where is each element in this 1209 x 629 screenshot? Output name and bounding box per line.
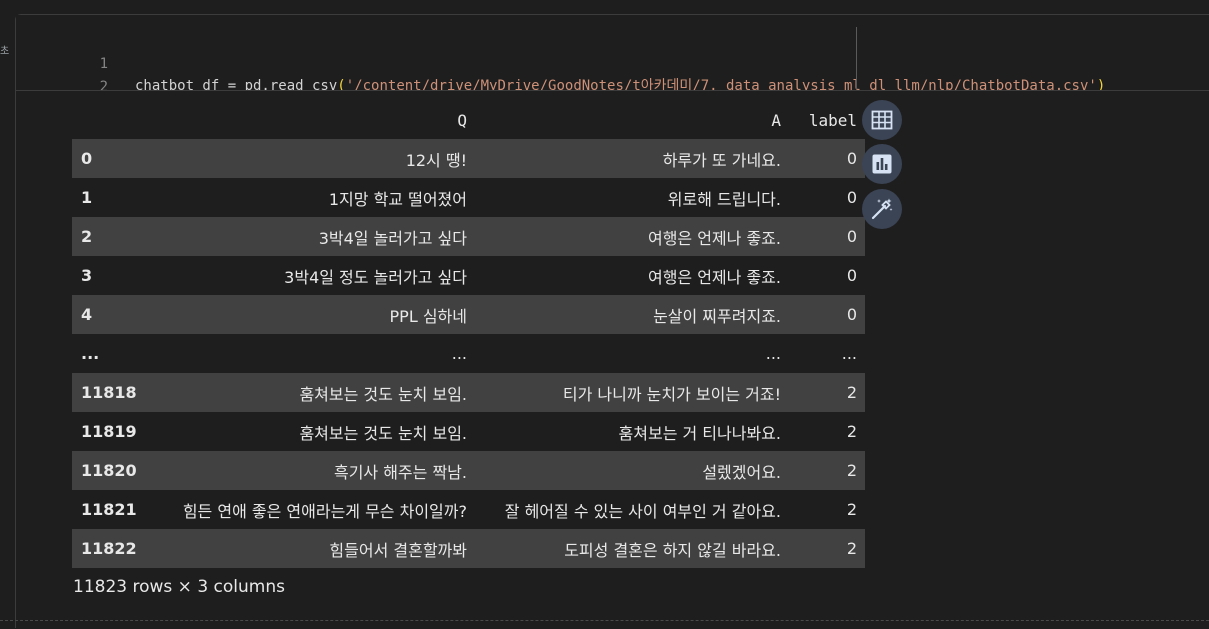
column-header-q: Q <box>457 110 467 130</box>
cell-q: 힘들어서 결혼할까봐 <box>329 540 467 560</box>
cell-q: 1지망 학교 떨어졌어 <box>328 189 467 209</box>
row-index: 11820 <box>81 461 137 480</box>
suggest-chart-button[interactable] <box>862 144 902 184</box>
cell-output: Q A label 0 12시 땡! 하루가 또 가네요. 0 1 1지망 학교… <box>16 90 1209 629</box>
cell-q: 3박4일 정도 놀러가고 싶다 <box>284 267 467 287</box>
table-row: 11821 힘든 연애 좋은 연애라는게 무슨 차이일까? 잘 헤어질 수 있는… <box>72 490 865 529</box>
gutter-mark: 초 <box>0 46 10 57</box>
dataframe-table: Q A label 0 12시 땡! 하루가 또 가네요. 0 1 1지망 학교… <box>72 101 865 568</box>
table-header-row: Q A label <box>72 101 865 139</box>
cell-a: 하루가 또 가네요. <box>662 150 781 170</box>
cell-q: 훔쳐보는 것도 눈치 보임. <box>299 423 467 443</box>
code-line-2[interactable]: 2 chatbot_df <box>16 54 220 117</box>
cell-label: 0 <box>846 149 857 168</box>
index-header <box>72 101 150 139</box>
cell-label: 0 <box>846 227 857 246</box>
cell-a: 여행은 언제나 좋죠. <box>647 228 781 248</box>
cell-a: 여행은 언제나 좋죠. <box>647 267 781 287</box>
row-index: 0 <box>81 149 93 168</box>
cell-q: PPL 심하네 <box>389 306 467 326</box>
row-index: ... <box>81 344 100 363</box>
table-row: 11820 흑기사 해주는 짝남. 설렜겠어요. 2 <box>72 451 865 490</box>
dataframe-shape: 11823 rows × 3 columns <box>73 577 285 597</box>
left-gutter: 초 <box>0 0 14 627</box>
table-row: 1 1지망 학교 떨어졌어 위로해 드립니다. 0 <box>72 178 865 217</box>
generate-code-button[interactable] <box>862 189 902 229</box>
column-header-a: A <box>771 110 781 130</box>
row-index: 11819 <box>81 422 137 441</box>
table-row: 11819 훔쳐보는 것도 눈치 보임. 훔쳐보는 거 티나나봐요. 2 <box>72 412 865 451</box>
cell-a: 티가 나니까 눈치가 보이는 거죠! <box>562 384 781 404</box>
row-index: 4 <box>81 305 93 324</box>
cell-q: 힘든 연애 좋은 연애라는게 무슨 차이일까? <box>182 501 467 521</box>
cell-q: 3박4일 놀러가고 싶다 <box>318 228 467 248</box>
cell-label: 2 <box>846 500 857 519</box>
row-index: 1 <box>81 188 93 207</box>
cell-a: 위로해 드립니다. <box>667 189 781 209</box>
cell-label: ... <box>841 344 857 363</box>
notebook-cell[interactable]: 1 chatbot_df = pd.read_csv('/content/dri… <box>15 14 1209 629</box>
table-icon <box>871 110 893 130</box>
cell-q: 12시 땡! <box>405 150 467 170</box>
table-row-ellipsis: ... ... ... ... <box>72 334 865 373</box>
cell-label: 2 <box>846 461 857 480</box>
editor-ruler <box>856 27 857 89</box>
row-index: 11821 <box>81 500 137 519</box>
cell-a: 훔쳐보는 거 티나나봐요. <box>618 423 781 443</box>
code-editor[interactable]: 1 chatbot_df = pd.read_csv('/content/dri… <box>16 15 1209 117</box>
row-index: 11822 <box>81 539 137 558</box>
cell-label: 2 <box>846 422 857 441</box>
cell-label: 0 <box>846 188 857 207</box>
cell-a: ... <box>765 344 781 363</box>
convert-to-table-button[interactable] <box>862 100 902 140</box>
cell-divider <box>0 620 1209 621</box>
chart-icon <box>872 154 892 174</box>
row-index: 11818 <box>81 383 137 402</box>
line-number: 1 <box>99 56 108 72</box>
cell-label: 0 <box>846 266 857 285</box>
table-row: 11822 힘들어서 결혼할까봐 도피성 결혼은 하지 않길 바라요. 2 <box>72 529 865 568</box>
code-line-1[interactable]: 1 chatbot_df = pd.read_csv('/content/dri… <box>16 31 1106 94</box>
table-row: 3 3박4일 정도 놀러가고 싶다 여행은 언제나 좋죠. 0 <box>72 256 865 295</box>
cell-label: 2 <box>846 383 857 402</box>
table-row: 11818 훔쳐보는 것도 눈치 보임. 티가 나니까 눈치가 보이는 거죠! … <box>72 373 865 412</box>
cell-a: 잘 헤어질 수 있는 사이 여부인 거 같아요. <box>504 501 781 521</box>
cell-label: 0 <box>846 305 857 324</box>
cell-a: 설렜겠어요. <box>702 462 781 482</box>
cell-a: 도피성 결혼은 하지 않길 바라요. <box>564 540 781 560</box>
cell-q: 훔쳐보는 것도 눈치 보임. <box>299 384 467 404</box>
cell-a: 눈살이 찌푸려지죠. <box>653 306 781 326</box>
table-row: 0 12시 땡! 하루가 또 가네요. 0 <box>72 139 865 178</box>
magic-wand-icon <box>871 198 893 220</box>
cell-q: ... <box>451 344 467 363</box>
row-index: 2 <box>81 227 93 246</box>
row-index: 3 <box>81 266 93 285</box>
table-row: 4 PPL 심하네 눈살이 찌푸려지죠. 0 <box>72 295 865 334</box>
cell-label: 2 <box>846 539 857 558</box>
cell-q: 흑기사 해주는 짝남. <box>333 462 467 482</box>
column-header-label: label <box>808 110 857 130</box>
table-row: 2 3박4일 놀러가고 싶다 여행은 언제나 좋죠. 0 <box>72 217 865 256</box>
